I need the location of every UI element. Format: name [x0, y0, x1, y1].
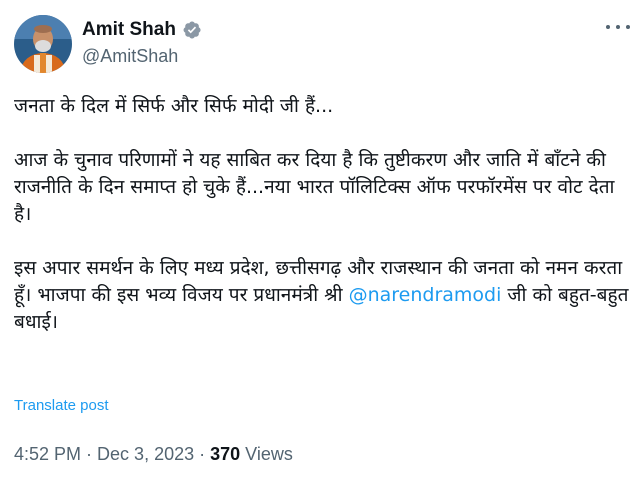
tweet-text-segment: हूँ। भाजपा की इस भव्य विजय पर प्रधानमंत्…: [14, 284, 349, 306]
tweet-line: आज के चुनाव परिणामों ने यह साबित कर दिया…: [14, 149, 606, 171]
views-label: Views: [240, 444, 293, 464]
tweet-line: राजनीति के दिन समाप्त हो चुके हैं...नया …: [14, 176, 615, 198]
tweet-text: जनता के दिल में सिर्फ और सिर्फ मोदी जी ह…: [14, 93, 632, 336]
author-block: Amit Shah @AmitShah: [82, 16, 202, 67]
author-display-name[interactable]: Amit Shah: [82, 19, 176, 41]
tweet-line-with-mention: हूँ। भाजपा की इस भव्य विजय पर प्रधानमंत्…: [14, 282, 632, 309]
tweet-line: बधाई।: [14, 311, 58, 333]
mention-link[interactable]: @narendramodi: [349, 284, 502, 306]
translate-post-link[interactable]: Translate post: [14, 397, 109, 414]
tweet-card: Amit Shah @AmitShah जनता के दिल में सिर्…: [0, 0, 640, 480]
tweet-line: जनता के दिल में सिर्फ और सिर्फ मोदी जी ह…: [14, 95, 334, 117]
more-options-icon[interactable]: [606, 22, 630, 32]
avatar[interactable]: [14, 15, 72, 73]
profile-avatar: [14, 15, 72, 73]
tweet-meta: 4:52 PM · Dec 3, 2023 · 370 Views: [14, 444, 293, 465]
verified-badge-icon[interactable]: [182, 20, 202, 40]
post-time[interactable]: 4:52 PM: [14, 444, 81, 464]
views-count[interactable]: 370: [210, 444, 240, 464]
post-date[interactable]: Dec 3, 2023: [97, 444, 194, 464]
author-name-row: Amit Shah: [82, 16, 202, 44]
tweet-line: इस अपार समर्थन के लिए मध्य प्रदेश, छत्ती…: [14, 257, 623, 279]
tweet-text-segment: जी को बहुत-बहुत: [501, 284, 629, 306]
meta-separator: ·: [81, 444, 98, 464]
tweet-line: है।: [14, 203, 32, 225]
meta-separator: ·: [194, 444, 211, 464]
author-handle[interactable]: @AmitShah: [82, 46, 202, 67]
